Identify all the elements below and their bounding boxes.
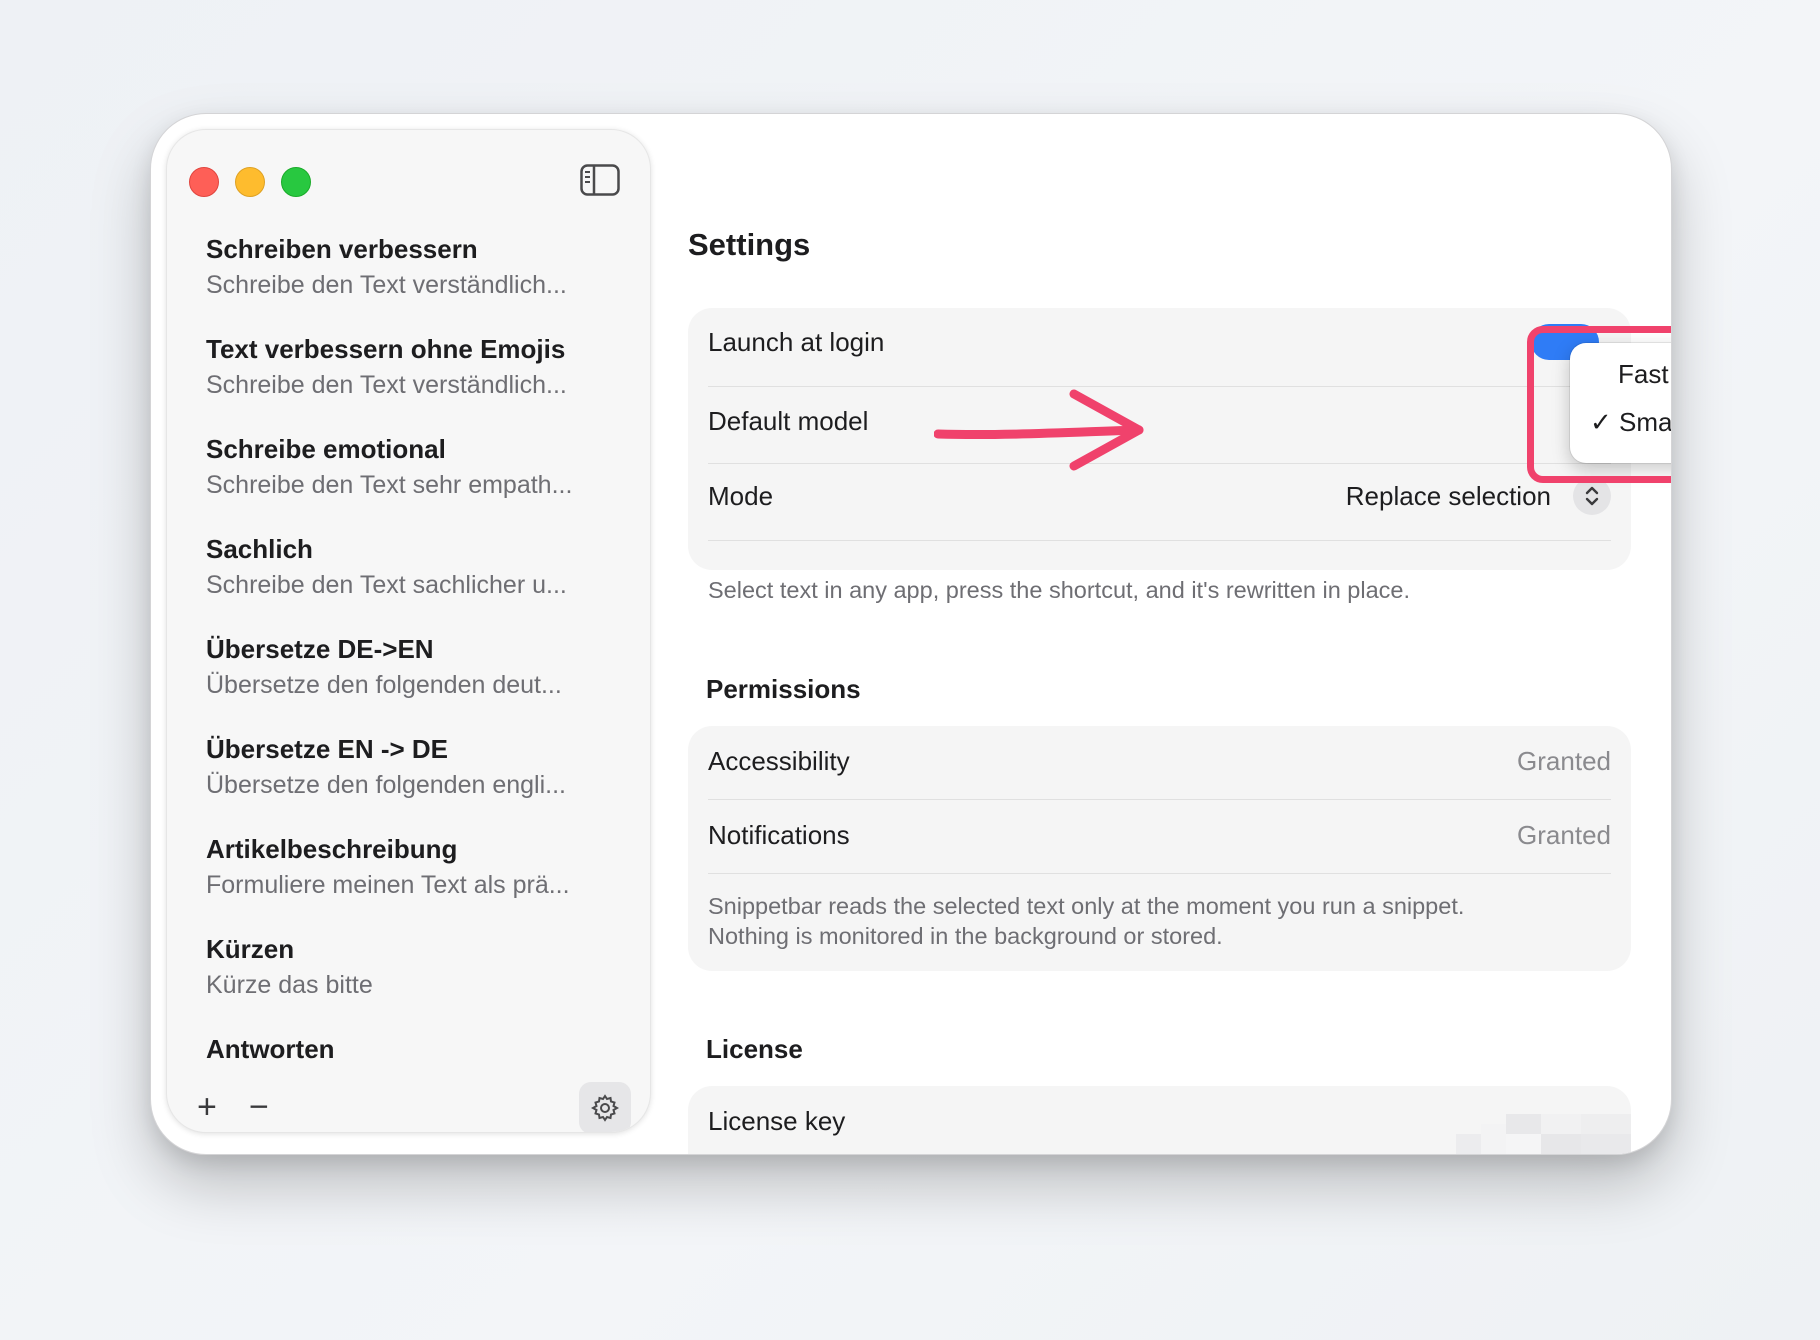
snippet-subtitle: Übersetze den folgenden deut... [206,671,562,699]
divider [708,873,1611,874]
license-title: License [706,1034,803,1064]
default-model-label: Default model [708,405,869,436]
settings-window: Schreiben verbessern Schreibe den Text v… [150,113,1672,1155]
close-window-button[interactable] [189,167,219,197]
license-key-label: License key [708,1105,846,1136]
snippet-title: Schreibe emotional [206,434,446,464]
mode-value: Replace selection [1345,480,1551,511]
snippet-title: Schreiben verbessern [206,234,478,264]
divider [708,386,1611,387]
general-note: Select text in any app, press the shortc… [708,577,1411,603]
annotation-highlight-box [1527,326,1671,483]
snippet-title: Sachlich [206,534,313,564]
accessibility-status: Granted [1517,745,1611,776]
launch-at-login-row: Launch at login [708,322,1611,362]
snippet-subtitle: Schreibe den Text sachlicher u... [206,571,567,599]
snippet-title: Kürzen [206,934,295,964]
permissions-group: Accessibility Granted Notifications Gran… [688,726,1631,971]
snippet-item[interactable]: Text verbessern ohne Emojis Schreibe den… [206,331,626,431]
settings-button[interactable] [579,1082,631,1132]
add-snippet-button[interactable]: + [197,1090,217,1124]
permissions-note-line: Nothing is monitored in the background o… [708,923,1223,949]
divider [708,540,1611,541]
permissions-note-line: Snippetbar reads the selected text only … [708,893,1465,919]
settings-content: Settings Launch at login Default model M… [686,114,1671,1154]
license-key-field[interactable] [1456,1114,1631,1154]
general-settings-group: Launch at login Default model Mode Repla… [688,308,1631,570]
accessibility-row: Accessibility Granted [708,738,1611,784]
minimize-window-button[interactable] [235,167,265,197]
page-title: Settings [688,227,811,262]
snippet-subtitle: Formuliere meinen Text als prä... [206,871,570,899]
notifications-status: Granted [1517,819,1611,850]
snippet-item[interactable]: Übersetze EN -> DE Übersetze den folgend… [206,731,626,831]
snippet-item[interactable]: Sachlich Schreibe den Text sachlicher u.… [206,531,626,631]
snippet-subtitle: Schreibe den Text sehr empath... [206,471,573,499]
mode-label: Mode [708,480,774,511]
snippet-subtitle: Übersetze den folgenden engli... [206,771,566,799]
snippet-title: Übersetze DE->EN [206,634,434,664]
snippet-title: Antworten [206,1034,335,1064]
sidebar: Schreiben verbessern Schreibe den Text v… [166,129,651,1133]
sidebar-toggle-icon[interactable] [580,164,620,196]
default-model-row: Default model [708,401,1611,441]
divider [708,463,1611,464]
notifications-label: Notifications [708,819,850,850]
snippet-item[interactable]: Schreibe emotional Schreibe den Text seh… [206,431,626,531]
snippet-list: Schreiben verbessern Schreibe den Text v… [206,231,626,1066]
snippet-title: Text verbessern ohne Emojis [206,334,566,364]
snippet-title: Artikelbeschreibung [206,834,458,864]
snippet-subtitle: Schreibe den Text verständlich... [206,271,567,299]
snippet-item[interactable]: Artikelbeschreibung Formuliere meinen Te… [206,831,626,931]
snippet-item[interactable]: Schreiben verbessern Schreibe den Text v… [206,231,626,331]
snippet-title: Übersetze EN -> DE [206,734,449,764]
permissions-title: Permissions [706,674,861,704]
snippet-item[interactable]: Antworten [206,1031,626,1066]
accessibility-label: Accessibility [708,745,850,776]
snippet-item[interactable]: Kürzen Kürze das bitte [206,931,626,1031]
zoom-window-button[interactable] [281,167,311,197]
snippet-item[interactable]: Übersetze DE->EN Übersetze den folgenden… [206,631,626,731]
mode-row: Mode Replace selection [708,472,1611,520]
divider [708,799,1611,800]
notifications-row: Notifications Granted [708,812,1611,858]
snippet-subtitle: Kürze das bitte [206,971,373,999]
gear-icon [590,1094,620,1122]
snippet-subtitle: Schreibe den Text verständlich... [206,371,567,399]
remove-snippet-button[interactable]: − [249,1090,269,1124]
permissions-note: Snippetbar reads the selected text only … [708,891,1611,951]
annotation-arrow [934,389,1144,471]
launch-at-login-label: Launch at login [708,326,885,357]
